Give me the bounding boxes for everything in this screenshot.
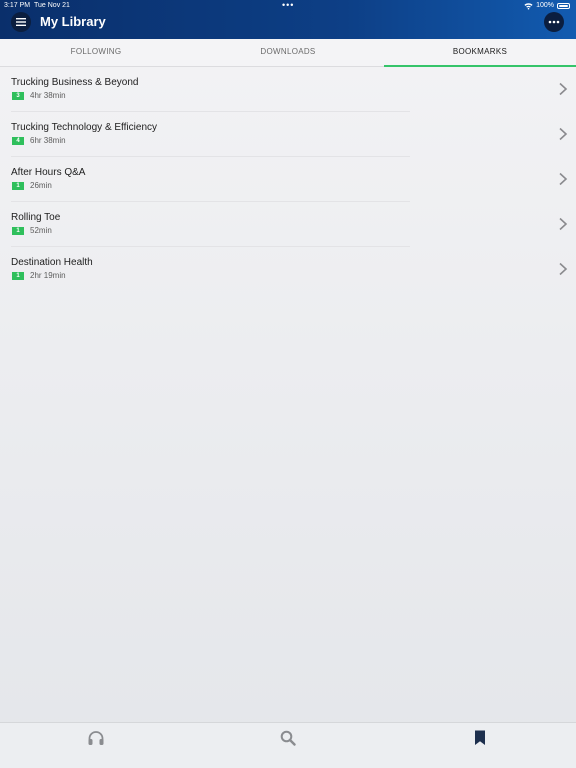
battery-icon (557, 2, 570, 9)
episode-count-badge: 1 (12, 271, 24, 280)
status-right: 100% (524, 0, 570, 11)
episode-count-badge: 1 (12, 181, 24, 190)
episode-count-badge: 4 (12, 136, 24, 145)
item-duration: 2hr 19min (30, 271, 66, 280)
more-button[interactable] (544, 12, 564, 32)
status-bar: 3:17 PM Tue Nov 21 ••• 100% (0, 0, 576, 11)
episode-count-badge: 3 (12, 91, 24, 100)
item-title: Trucking Business & Beyond (11, 77, 139, 88)
nav-search[interactable] (278, 729, 298, 747)
app-header: 3:17 PM Tue Nov 21 ••• 100% My Library (0, 0, 576, 39)
item-meta: 3 4hr 38min (12, 91, 66, 100)
nav-bookmarks[interactable] (470, 729, 490, 747)
bookmark-list: Trucking Business & Beyond 3 4hr 38min T… (0, 67, 576, 292)
hamburger-icon (16, 18, 26, 26)
list-item[interactable]: Destination Health 1 2hr 19min (0, 247, 576, 292)
chevron-right-icon (559, 217, 568, 231)
library-tabs: FOLLOWING DOWNLOADS BOOKMARKS (0, 39, 576, 67)
list-item[interactable]: Trucking Business & Beyond 3 4hr 38min (0, 67, 576, 112)
multitasking-dots[interactable]: ••• (282, 0, 294, 10)
item-title: Rolling Toe (11, 212, 61, 223)
headphones-icon (88, 731, 104, 745)
status-time: 3:17 PM (4, 2, 31, 9)
item-title: Trucking Technology & Efficiency (11, 122, 158, 133)
status-date: Tue Nov 21 (34, 2, 70, 9)
bookmark-icon (475, 730, 485, 745)
item-title: After Hours Q&A (11, 167, 86, 178)
list-item[interactable]: Rolling Toe 1 52min (0, 202, 576, 247)
item-duration: 52min (30, 226, 52, 235)
item-meta: 1 26min (12, 181, 52, 190)
item-duration: 6hr 38min (30, 136, 66, 145)
bottom-nav (0, 722, 576, 768)
nav-listen[interactable] (86, 729, 106, 747)
tab-downloads[interactable]: DOWNLOADS (192, 39, 384, 66)
more-icon (548, 20, 560, 24)
battery-percent: 100% (536, 2, 554, 9)
chevron-right-icon (559, 82, 568, 96)
item-meta: 4 6hr 38min (12, 136, 66, 145)
episode-count-badge: 1 (12, 226, 24, 235)
chevron-right-icon (559, 172, 568, 186)
wifi-icon (524, 2, 533, 10)
search-icon (280, 730, 296, 746)
chevron-right-icon (559, 262, 568, 276)
tab-following[interactable]: FOLLOWING (0, 39, 192, 66)
tab-bookmarks[interactable]: BOOKMARKS (384, 39, 576, 67)
page-title: My Library (40, 14, 106, 29)
list-item[interactable]: Trucking Technology & Efficiency 4 6hr 3… (0, 112, 576, 157)
list-item[interactable]: After Hours Q&A 1 26min (0, 157, 576, 202)
item-duration: 26min (30, 181, 52, 190)
item-duration: 4hr 38min (30, 91, 66, 100)
menu-button[interactable] (11, 12, 31, 32)
chevron-right-icon (559, 127, 568, 141)
item-meta: 1 52min (12, 226, 52, 235)
item-title: Destination Health (11, 257, 93, 268)
item-meta: 1 2hr 19min (12, 271, 66, 280)
